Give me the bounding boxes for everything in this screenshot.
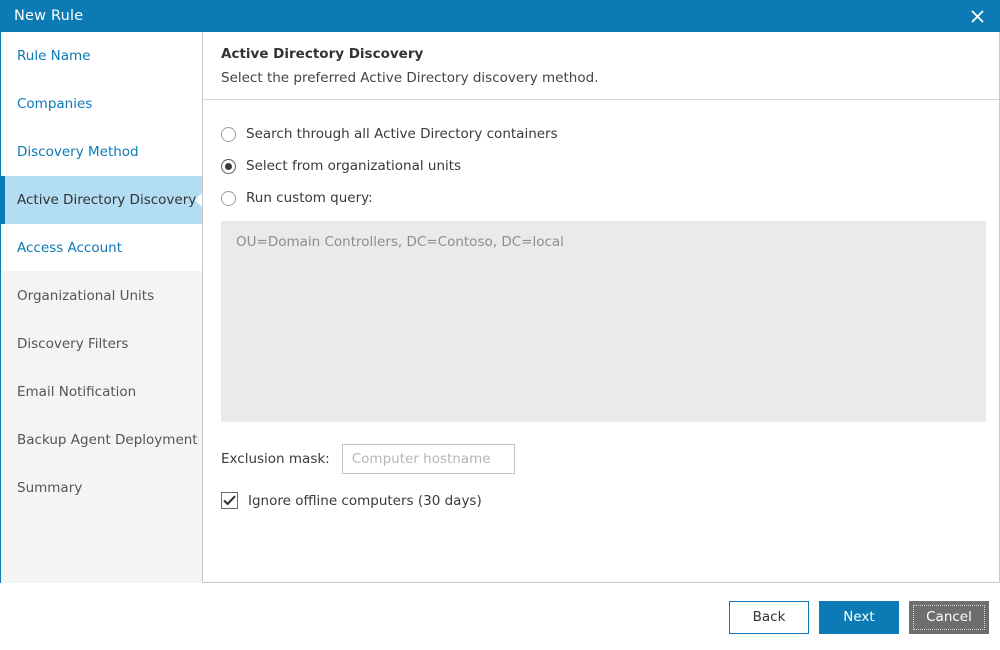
page-title: Active Directory Discovery [221,46,424,62]
discovery-option-2[interactable]: Select from organizational units [221,150,981,182]
content-body: Search through all Active Directory cont… [203,100,999,509]
discovery-method-radio-group: Search through all Active Directory cont… [221,118,981,214]
sidebar-item-rule-name[interactable]: Rule Name [1,32,202,80]
sidebar-step-list: Rule Name Companies Discovery Method Active… [1,32,202,512]
ignore-offline-label: Ignore offline computers (30 days) [248,492,482,509]
discovery-option-3[interactable]: Run custom query: [221,182,981,214]
sidebar-item-label: Rule Name [17,48,91,64]
sidebar-item-label: Organizational Units [17,288,155,304]
discovery-option-label: Run custom query: [246,190,373,206]
custom-query-textarea[interactable]: OU=Domain Controllers, DC=Contoso, DC=lo… [221,221,986,422]
sidebar-item-label: Email Notification [17,384,137,400]
sidebar-item-email-notification: Email Notification [1,368,202,416]
discovery-option-label: Search through all Active Directory cont… [246,126,558,142]
sidebar-item-label: Backup Agent Deployment [17,432,198,448]
next-button-label: Next [843,609,875,625]
sidebar-item-backup-agent-deployment: Backup Agent Deployment [1,416,202,464]
sidebar-item-label: Active Directory Discovery [17,192,197,208]
sidebar-item-discovery-method[interactable]: Discovery Method [1,128,202,176]
sidebar-item-label: Discovery Filters [17,336,129,352]
radio-unselected-icon[interactable] [221,190,236,206]
checkbox-checked-icon[interactable] [221,492,238,509]
sidebar-item-label: Access Account [17,240,123,256]
exclusion-mask-label: Exclusion mask: [221,451,330,467]
cancel-button-label: Cancel [926,609,972,625]
dialog-footer: Back Next Cancel [0,584,1000,650]
sidebar-item-access-account[interactable]: Access Account [1,224,202,272]
exclusion-mask-input[interactable] [341,444,515,474]
radio-unselected-icon[interactable] [221,126,236,142]
window-title: New Rule [14,8,84,24]
sidebar-item-label: Summary [17,480,83,496]
title-bar: New Rule [0,0,1000,32]
radio-selected-icon[interactable] [221,158,236,174]
next-button[interactable]: Next [819,600,899,634]
wizard-sidebar: Rule Name Companies Discovery Method Active… [0,32,203,583]
sidebar-item-organizational-units: Organizational Units [1,272,202,320]
new-rule-dialog: New Rule Rule Name Companies Discovery Met… [0,0,1000,650]
sidebar-item-companies[interactable]: Companies [1,80,202,128]
content-panel: Active Directory Discovery Select the pr… [203,32,1000,583]
sidebar-item-label: Discovery Method [17,144,139,160]
back-button[interactable]: Back [729,600,809,634]
discovery-option-label: Select from organizational units [246,158,462,174]
page-subtitle: Select the preferred Active Directory di… [221,70,599,86]
close-icon[interactable] [954,0,1000,32]
content-header: Active Directory Discovery Select the pr… [203,32,999,100]
ignore-offline-checkbox-row[interactable]: Ignore offline computers (30 days) [221,492,981,509]
sidebar-item-discovery-filters: Discovery Filters [1,320,202,368]
sidebar-item-label: Companies [17,96,93,112]
discovery-option-1[interactable]: Search through all Active Directory cont… [221,118,981,150]
sidebar-item-summary: Summary [1,464,202,512]
cancel-button[interactable]: Cancel [909,600,989,634]
sidebar-item-active-directory-discovery[interactable]: Active Directory Discovery [1,176,202,224]
back-button-label: Back [752,609,786,625]
exclusion-mask-row: Exclusion mask: [221,444,981,474]
